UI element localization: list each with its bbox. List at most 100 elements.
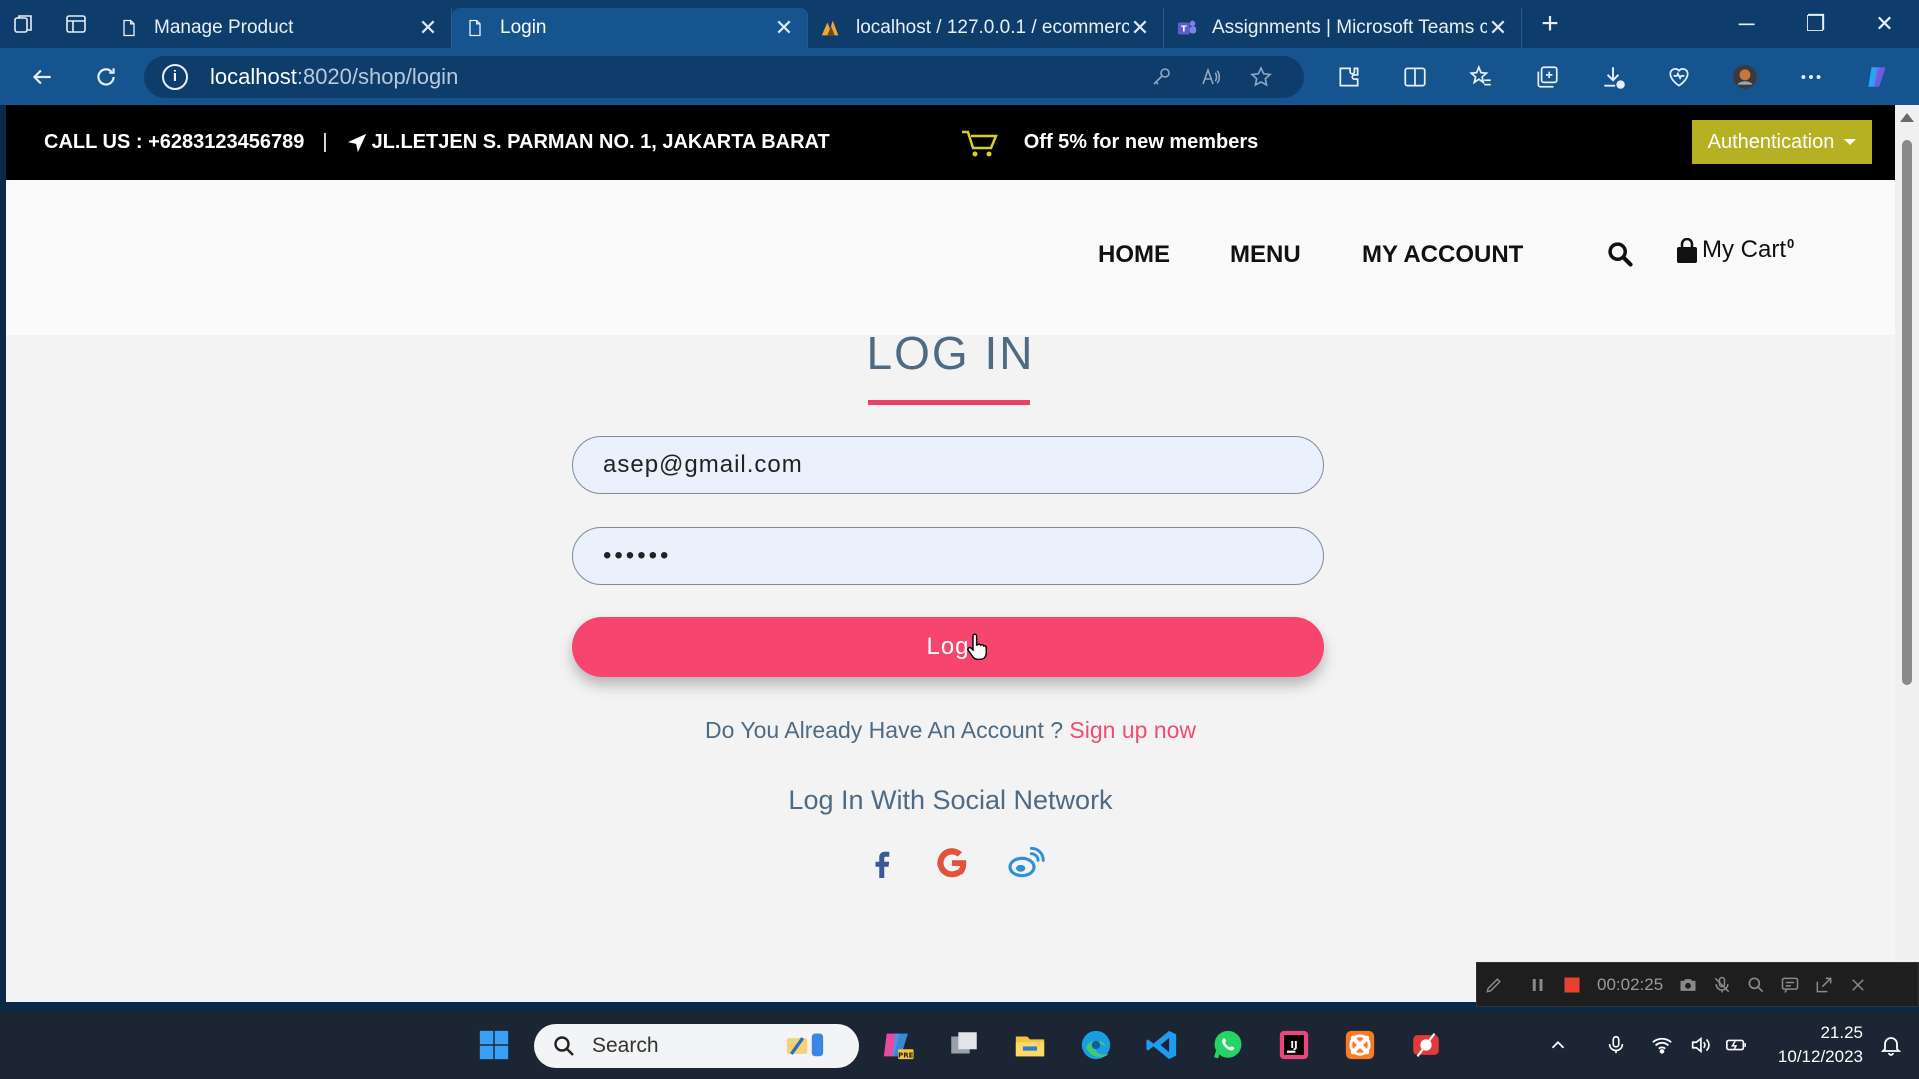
battery-icon[interactable] <box>1718 1034 1754 1056</box>
annotation-icon[interactable] <box>1773 975 1807 995</box>
page-scrollbar[interactable] <box>1895 105 1919 1002</box>
tab-title: Login <box>500 17 547 38</box>
tab-teams[interactable]: T Assignments | Microsoft Teams c ✕ <box>1164 8 1522 48</box>
tab-login[interactable]: Login ✕ <box>452 8 808 48</box>
page-icon <box>464 17 486 39</box>
notification-bell-icon[interactable] <box>1879 1033 1903 1057</box>
split-screen-icon[interactable] <box>1382 48 1448 105</box>
site-info-icon[interactable]: i <box>162 63 188 90</box>
cart-count: 0 <box>1787 236 1795 251</box>
close-tab-icon[interactable]: ✕ <box>773 15 795 41</box>
nav-home[interactable]: HOME <box>1098 241 1170 269</box>
phpmyadmin-icon <box>820 17 842 39</box>
tab-actions-icon[interactable] <box>52 0 100 48</box>
extensions-icon[interactable] <box>1316 48 1382 105</box>
social-login-title: Log In With Social Network <box>788 785 1113 815</box>
profile-avatar[interactable] <box>1712 48 1778 105</box>
taskbar-search[interactable]: Search <box>534 1024 859 1068</box>
browser-essentials-icon[interactable] <box>1646 48 1712 105</box>
intellij-app[interactable]: IJ <box>1271 1022 1317 1068</box>
show-hidden-icons[interactable] <box>1542 1034 1574 1056</box>
signup-link[interactable]: Sign up now <box>1069 717 1196 743</box>
authentication-dropdown[interactable]: Authentication <box>1692 120 1872 164</box>
close-tab-icon[interactable]: ✕ <box>1129 15 1151 41</box>
export-icon[interactable] <box>1807 975 1841 995</box>
caret-down-icon <box>1844 139 1857 145</box>
close-window-icon[interactable]: ✕ <box>1850 0 1919 48</box>
tab-manage-product[interactable]: Manage Product ✕ <box>106 8 452 48</box>
downloads-icon[interactable] <box>1580 48 1646 105</box>
close-tab-icon[interactable]: ✕ <box>1487 15 1509 41</box>
back-button[interactable] <box>10 48 74 105</box>
camera-icon[interactable] <box>1671 975 1705 995</box>
tab-title: localhost / 127.0.0.1 / ecommerc <box>856 17 1129 38</box>
favorite-star-icon[interactable] <box>1236 65 1286 89</box>
workspaces-icon[interactable] <box>0 0 48 48</box>
phone-number: CALL US : +6283123456789 <box>44 131 305 153</box>
read-aloud-icon[interactable] <box>1186 65 1236 89</box>
page-icon <box>118 17 140 39</box>
volume-icon[interactable] <box>1682 1034 1718 1056</box>
wifi-icon[interactable] <box>1642 1034 1682 1056</box>
hand-cursor-icon <box>967 633 987 660</box>
vscode-app[interactable] <box>1139 1022 1185 1068</box>
new-tab-button[interactable]: + <box>1528 4 1572 44</box>
nav-menu[interactable]: MENU <box>1230 241 1301 269</box>
copilot-pre-app[interactable]: PRE <box>875 1022 921 1068</box>
promo-text: Off 5% for new members <box>1023 131 1259 153</box>
signup-prompt-text: Do You Already Have An Account ? <box>704 717 1064 743</box>
file-explorer-app[interactable] <box>1007 1022 1053 1068</box>
google-login-button[interactable] <box>932 843 972 883</box>
stop-record-icon[interactable] <box>1555 975 1589 995</box>
close-recorder-icon[interactable] <box>1841 976 1875 994</box>
collections-icon[interactable] <box>1514 48 1580 105</box>
zoom-icon[interactable] <box>1739 975 1773 995</box>
my-cart-link[interactable]: My Cart 0 <box>1676 236 1794 264</box>
xampp-app[interactable] <box>1337 1022 1383 1068</box>
system-clock[interactable]: 21.25 10/12/2023 <box>1778 1021 1863 1069</box>
search-icon[interactable] <box>1606 240 1634 268</box>
url-path: :8020/shop/login <box>296 63 459 89</box>
tab-title: Manage Product <box>154 17 294 38</box>
whatsapp-app[interactable] <box>1205 1022 1251 1068</box>
pen-icon[interactable] <box>1477 975 1511 995</box>
windows-taskbar: Search PRE IJ 21.25 10/12/2023 <box>0 1011 1919 1079</box>
teams-icon: T <box>1176 17 1198 39</box>
key-icon[interactable] <box>1136 65 1186 89</box>
close-tab-icon[interactable]: ✕ <box>417 15 439 41</box>
scroll-up-icon[interactable] <box>1900 113 1914 122</box>
tab-phpmyadmin[interactable]: localhost / 127.0.0.1 / ecommerc ✕ <box>808 8 1164 48</box>
password-field[interactable]: •••••• <box>572 527 1324 585</box>
email-field[interactable]: asep@gmail.com <box>572 436 1324 494</box>
signup-prompt: Do You Already Have An Account ? Sign up… <box>6 717 1895 744</box>
edge-app[interactable] <box>1073 1022 1119 1068</box>
shopping-bag-icon <box>1677 238 1697 263</box>
restore-icon[interactable]: ❐ <box>1781 0 1850 48</box>
search-highlight-icon <box>786 1033 824 1057</box>
screen-recorder-app[interactable] <box>1403 1022 1449 1068</box>
refresh-button[interactable] <box>74 48 138 105</box>
pause-icon[interactable] <box>1521 975 1555 995</box>
microphone-icon[interactable] <box>1596 1033 1636 1057</box>
url-host: localhost <box>210 63 297 89</box>
facebook-icon <box>875 851 890 878</box>
copilot-icon[interactable] <box>1844 48 1910 105</box>
nav-my-account[interactable]: MY ACCOUNT <box>1362 241 1523 269</box>
login-button[interactable]: Log <box>572 617 1324 677</box>
microphone-muted-icon[interactable] <box>1705 975 1739 995</box>
search-icon <box>554 1036 574 1056</box>
start-button[interactable] <box>471 1022 517 1068</box>
taskbar-search-placeholder: Search <box>592 1034 659 1057</box>
weibo-login-button[interactable] <box>1006 843 1046 883</box>
address-bar[interactable]: i localhost:8020/shop/login <box>144 55 1304 98</box>
main-navbar: HOME MENU MY ACCOUNT My Cart 0 <box>6 180 1895 335</box>
favorites-icon[interactable] <box>1448 48 1514 105</box>
cart-label: My Cart <box>1702 236 1786 263</box>
more-options-icon[interactable] <box>1778 48 1844 105</box>
scrollbar-thumb[interactable] <box>1902 140 1912 685</box>
minimize-icon[interactable]: ─ <box>1712 0 1781 48</box>
svg-text:PRE: PRE <box>898 1050 914 1059</box>
task-view-app[interactable] <box>941 1022 987 1068</box>
facebook-login-button[interactable] <box>863 843 903 883</box>
page-title: LOG IN <box>866 327 1035 379</box>
